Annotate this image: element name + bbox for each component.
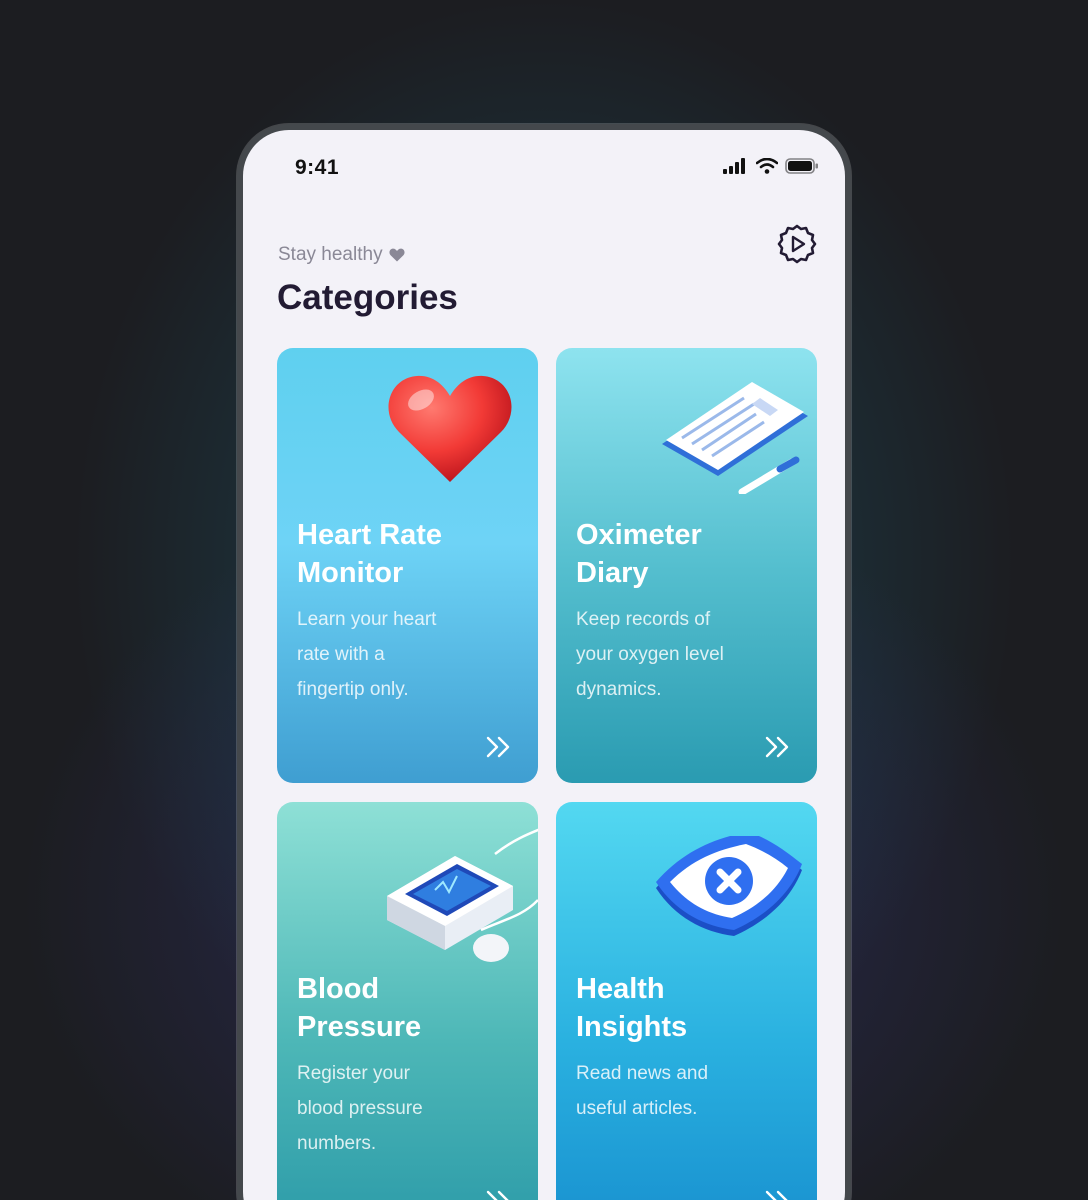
card-desc-line: Learn your heart	[297, 609, 437, 630]
card-title-line: Insights	[576, 1011, 688, 1043]
battery-icon	[785, 158, 818, 174]
gear-play-icon	[777, 224, 817, 264]
clipboard-icon	[662, 382, 808, 494]
card-title: Blood Pressure	[297, 970, 522, 1046]
double-chevron-right-icon[interactable]	[763, 1188, 793, 1200]
card-desc-line: Read news and	[576, 1063, 709, 1084]
double-chevron-right-icon[interactable]	[484, 734, 514, 760]
medical-shield-icon	[656, 836, 802, 936]
card-oximeter-diary[interactable]: Oximeter Diary Keep records of your oxyg…	[556, 348, 817, 783]
card-title: Oximeter Diary	[576, 516, 801, 592]
card-description: Learn your heart rate with a fingertip o…	[297, 602, 497, 707]
card-health-insights[interactable]: Health Insights Read news and useful art…	[556, 802, 817, 1200]
blood-pressure-monitor-icon	[387, 828, 538, 962]
card-title: Heart Rate Monitor	[297, 516, 522, 592]
card-title-line: Oximeter	[576, 519, 702, 551]
header-subtitle: Stay healthy	[278, 244, 405, 266]
subtitle-text: Stay healthy	[278, 244, 383, 265]
card-title-line: Pressure	[297, 1011, 422, 1043]
card-desc-line: numbers.	[297, 1133, 377, 1154]
card-desc-line: Keep records of	[576, 609, 711, 630]
settings-button[interactable]	[775, 222, 819, 266]
status-icons	[723, 158, 819, 174]
phone-frame: 9:41 Stay healthy Categories Heart Rate …	[237, 124, 851, 1200]
double-chevron-right-icon[interactable]	[484, 1188, 514, 1200]
cellular-signal-icon	[723, 158, 745, 174]
card-desc-line: rate with a	[297, 644, 385, 665]
app-screen: 9:41 Stay healthy Categories Heart Rate …	[243, 130, 845, 1200]
heart-icon	[388, 375, 512, 482]
card-title-line: Diary	[576, 557, 649, 589]
page-title: Categories	[277, 278, 458, 317]
card-title-line: Heart Rate	[297, 519, 443, 551]
card-desc-line: blood pressure	[297, 1098, 423, 1119]
wifi-icon	[756, 158, 778, 174]
card-title-line: Blood	[297, 973, 380, 1005]
card-description: Read news and useful articles.	[576, 1056, 776, 1126]
card-desc-line: dynamics.	[576, 679, 662, 700]
status-bar: 9:41	[243, 130, 845, 200]
card-description: Keep records of your oxygen level dynami…	[576, 602, 776, 707]
double-chevron-right-icon[interactable]	[763, 734, 793, 760]
card-title-line: Health	[576, 973, 665, 1005]
card-title: Health Insights	[576, 970, 801, 1046]
card-desc-line: your oxygen level	[576, 644, 724, 665]
card-description: Register your blood pressure numbers.	[297, 1056, 497, 1161]
card-heart-rate-monitor[interactable]: Heart Rate Monitor Learn your heart rate…	[277, 348, 538, 783]
card-desc-line: fingertip only.	[297, 679, 409, 700]
card-blood-pressure[interactable]: Blood Pressure Register your blood press…	[277, 802, 538, 1200]
card-title-line: Monitor	[297, 557, 404, 589]
heart-small-icon	[389, 248, 405, 262]
status-time: 9:41	[295, 156, 340, 179]
card-desc-line: useful articles.	[576, 1098, 698, 1119]
card-desc-line: Register your	[297, 1063, 410, 1084]
